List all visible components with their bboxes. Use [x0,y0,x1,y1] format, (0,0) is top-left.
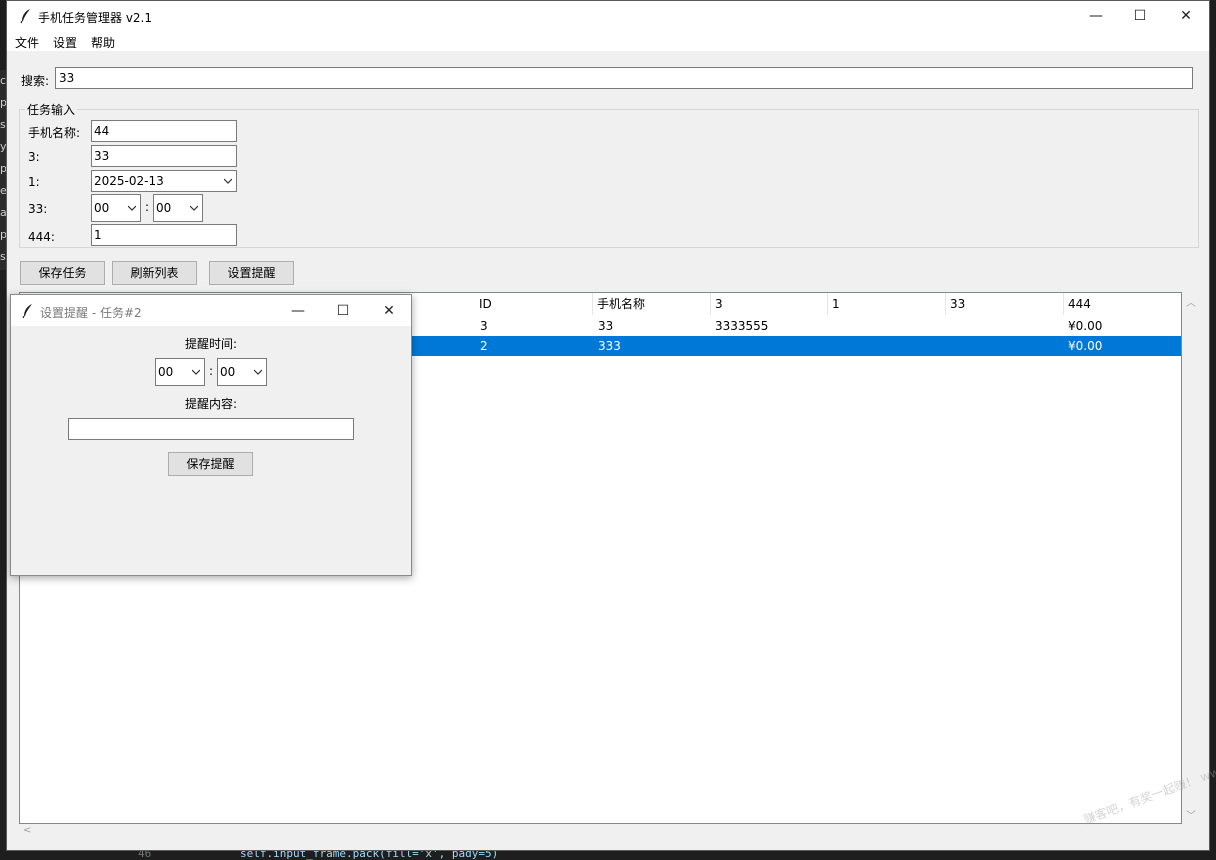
group-title: 任务输入 [25,101,78,118]
column-header-1[interactable]: 1 [828,293,946,315]
cell-444: ¥0.00 [1068,339,1103,353]
hour-value: 00 [94,201,110,215]
feather-icon [20,9,30,24]
cell-444: ¥0.00 [1068,319,1103,333]
date-value: 2025-02-13 [94,174,164,188]
save-task-button[interactable]: 保存任务 [20,261,105,285]
close-icon: ✕ [1180,8,1192,24]
column-header-3[interactable]: 3 [711,293,828,315]
chevron-down-icon [190,205,198,211]
close-icon: ✕ [383,302,395,319]
reminder-time-label: 提醒时间: [184,337,238,351]
minute-combobox[interactable]: 00 [153,194,203,222]
save-reminder-button[interactable]: 保存提醒 [168,452,253,476]
minimize-icon: — [1089,8,1103,24]
minute-value: 00 [220,365,236,379]
maximize-icon: ☐ [336,302,350,319]
search-input[interactable]: 33 [55,67,1193,89]
hour-value: 00 [158,365,174,379]
field-444-input[interactable]: 1 [91,224,237,246]
column-header-444[interactable]: 444 [1064,293,1181,315]
cell-33 [946,316,950,336]
minute-value: 00 [156,201,172,215]
reminder-minute-combobox[interactable]: 00 [217,358,267,386]
column-header-33[interactable]: 33 [946,293,1064,315]
reminder-hour-combobox[interactable]: 00 [155,358,205,386]
maximize-icon: ☐ [1133,8,1147,24]
date-combobox[interactable]: 2025-02-13 [91,170,237,192]
chevron-down-icon [192,369,200,375]
horizontal-scrollbar[interactable]: < [19,824,1182,841]
field-3-label: 3: [28,150,40,164]
column-header-phone-name[interactable]: 手机名称 [593,293,711,315]
chevron-down-icon [254,369,262,375]
scroll-up-icon[interactable]: ︿ [1186,294,1196,309]
cell-33 [946,336,950,356]
cell-id: 2 [480,339,488,353]
window-title: 手机任务管理器 v2.1 [38,11,153,25]
dialog-minimize-button[interactable]: — [275,295,321,326]
minimize-icon: — [291,302,305,319]
search-label: 搜索: [21,74,50,88]
menu-help[interactable]: 帮助 [91,34,115,51]
reminder-dialog: 设置提醒 - 任务#2 — ☐ ✕ 提醒时间: 00 : 00 提醒内容: 保存… [10,294,412,576]
vertical-scrollbar[interactable]: ︿ ﹀ [1182,292,1199,824]
reminder-content-label: 提醒内容: [184,397,238,411]
close-button[interactable]: ✕ [1163,1,1209,31]
field-444-label: 444: [28,230,55,244]
hour-combobox[interactable]: 00 [91,194,141,222]
dialog-close-button[interactable]: ✕ [366,295,412,326]
maximize-button[interactable]: ☐ [1117,1,1163,31]
cell-id: 3 [480,319,488,333]
cell-1 [828,316,832,336]
cell-1 [828,336,832,356]
feather-icon [22,304,32,319]
cell-phone-name: 333 [598,339,621,353]
scroll-down-icon[interactable]: ﹀ [1186,807,1196,822]
dialog-title: 设置提醒 - 任务#2 [40,306,142,320]
field-1-label: 1: [28,175,40,189]
field-3-input[interactable]: 33 [91,145,237,167]
reminder-content-input[interactable] [68,418,354,440]
menu-settings[interactable]: 设置 [53,34,77,51]
main-titlebar[interactable]: 手机任务管理器 v2.1 — ☐ ✕ [7,1,1209,31]
chevron-down-icon [224,178,232,184]
field-33-label: 33: [28,202,48,216]
menu-file[interactable]: 文件 [15,34,39,51]
menubar: 文件 设置 帮助 [7,31,1209,51]
cell-phone-name: 33 [598,319,614,333]
dialog-maximize-button[interactable]: ☐ [320,295,366,326]
minimize-button[interactable]: — [1073,1,1119,31]
scroll-left-icon[interactable]: < [23,825,31,836]
phone-name-input[interactable]: 44 [91,120,237,142]
column-header-id[interactable]: ID [475,293,593,315]
set-reminder-button[interactable]: 设置提醒 [209,261,294,285]
cell-3: 3333555 [715,319,769,333]
dialog-titlebar[interactable]: 设置提醒 - 任务#2 — ☐ ✕ [11,295,411,326]
time-separator: : [209,364,214,378]
cell-3 [711,336,715,356]
refresh-list-button[interactable]: 刷新列表 [112,261,197,285]
time-separator: : [145,200,150,214]
phone-name-label: 手机名称: [28,126,81,140]
chevron-down-icon [128,205,136,211]
